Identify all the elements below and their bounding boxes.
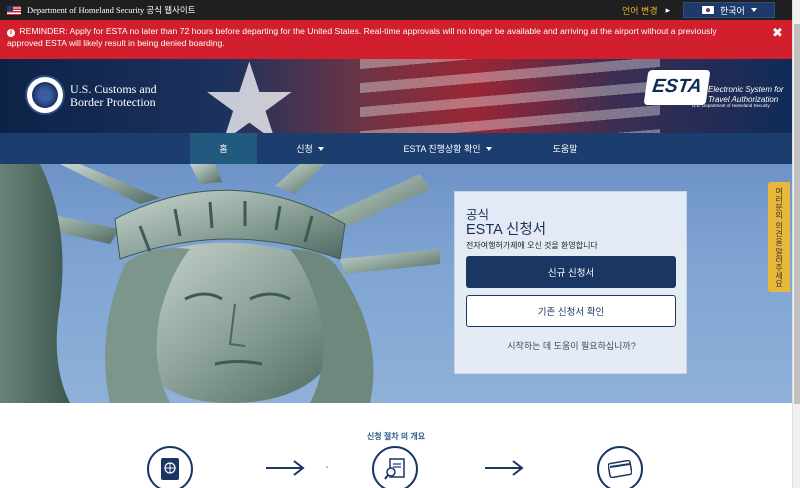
esta-subtitle: Electronic System for Travel Authorizati…: [708, 85, 784, 104]
arrow-right-icon: [266, 460, 305, 476]
document-search-icon: [372, 446, 418, 488]
nav-item-apply[interactable]: 신청: [265, 133, 355, 164]
reminder-text: REMINDER: Apply for ESTA no later than 7…: [7, 26, 717, 48]
flag-stripes-decoration: [360, 59, 660, 133]
main-nav: 홈 신청 ESTA 진행상황 확인 도움말: [0, 133, 792, 164]
nav-item-help[interactable]: 도움말: [535, 133, 595, 164]
star-decoration: ★: [200, 59, 299, 133]
site-header: ★ U.S. Customs and Border Protection EST…: [0, 59, 792, 133]
reminder-banner: i REMINDER: Apply for ESTA no later than…: [0, 20, 792, 59]
new-application-button[interactable]: 신규 신청서: [466, 256, 676, 288]
feedback-tab[interactable]: 여러분의 의견을 알려주세요: [768, 182, 790, 292]
chevron-down-icon: [317, 146, 324, 151]
steps-overview: 신청 절차 의 개요: [0, 403, 792, 488]
nav-item-status[interactable]: ESTA 진행상황 확인: [385, 133, 510, 164]
esta-application-card: 공식 ESTA 신청서 전자여행허가제에 오신 것을 환영합니다 신규 신청서 …: [454, 191, 687, 374]
page-scrollbar[interactable]: [792, 0, 800, 488]
arrow-right-icon: ▸: [665, 4, 671, 15]
arrow-right-icon: [485, 460, 524, 476]
info-icon: i: [7, 29, 15, 37]
statue-of-liberty-image: [0, 164, 440, 403]
scrollbar-thumb[interactable]: [794, 24, 800, 404]
card-welcome: 전자여행허가제에 오신 것을 환영합니다: [466, 241, 598, 250]
card-title: ESTA 신청서: [466, 222, 547, 238]
credit-card-icon: [597, 446, 643, 488]
dhs-seal-icon[interactable]: [25, 75, 65, 115]
korea-flag-icon: [702, 6, 714, 14]
existing-application-button[interactable]: 기존 신청서 확인: [466, 295, 676, 327]
language-selected: 한국어: [720, 5, 745, 16]
steps-title: 신청 절차 의 개요: [366, 432, 426, 441]
document-search-icon: [384, 458, 405, 480]
help-link[interactable]: 시작하는 데 도움이 필요하십니까?: [455, 339, 688, 352]
close-icon[interactable]: ✖: [772, 26, 783, 39]
gov-banner: Department of Homeland Security 공식 웹사이트 …: [0, 0, 792, 20]
credit-card-icon: [608, 460, 632, 478]
esta-dept-text: U.S. Department of Homeland Security: [692, 103, 770, 108]
passport-icon: [161, 458, 179, 480]
chevron-down-icon: [485, 146, 492, 151]
nav-item-home[interactable]: 홈: [190, 133, 257, 164]
us-flag-icon: [7, 5, 21, 15]
esta-logo[interactable]: ESTA: [643, 70, 711, 105]
language-change-label: 언어 변경 ▸: [622, 4, 671, 16]
gov-banner-text: Department of Homeland Security 공식 웹사이트: [27, 5, 196, 15]
agency-name[interactable]: U.S. Customs and Border Protection: [70, 83, 157, 109]
passport-icon: [147, 446, 193, 488]
chevron-down-icon: [750, 8, 757, 12]
language-select[interactable]: 한국어: [683, 2, 775, 18]
divider-dot: [326, 466, 328, 468]
